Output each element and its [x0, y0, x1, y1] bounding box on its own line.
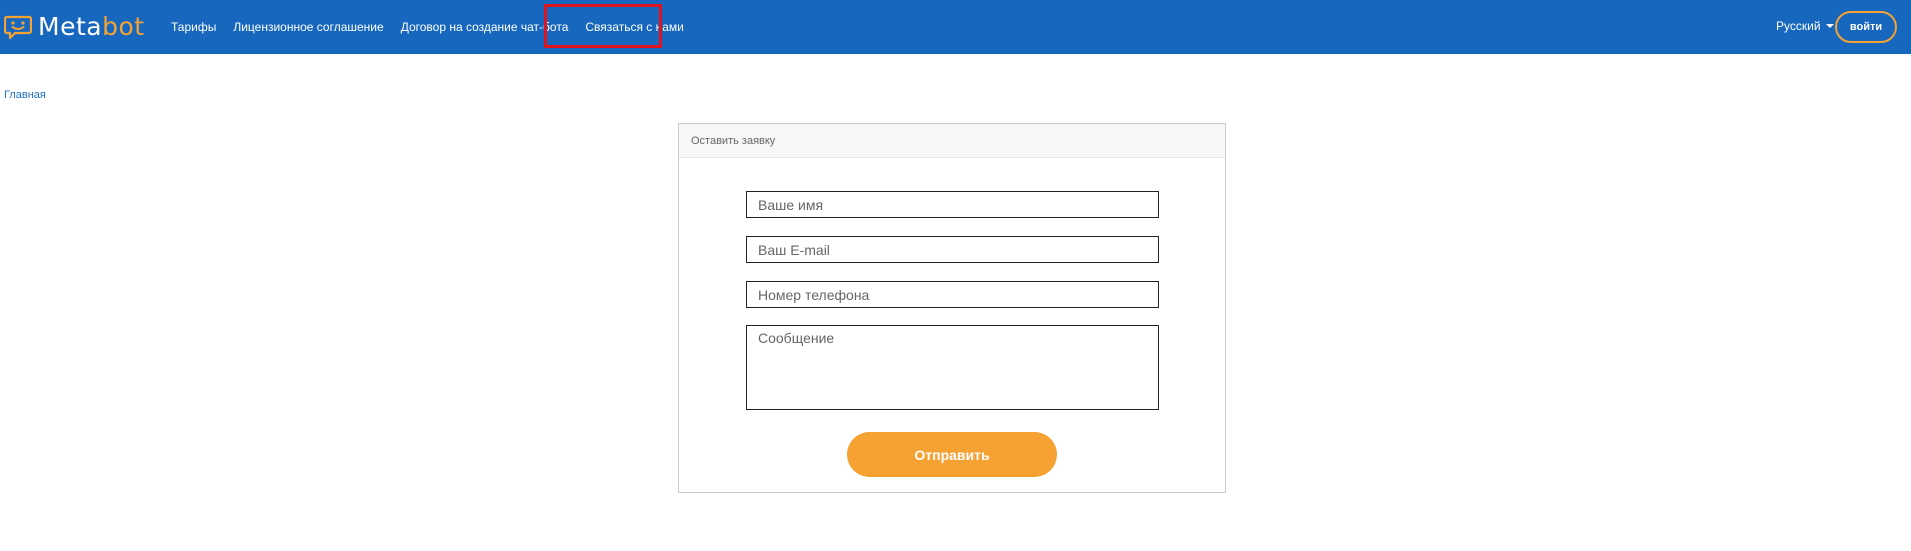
nav-item-contact-us[interactable]: Связаться с нами [585, 0, 683, 54]
logo-link[interactable]: Metabot [4, 12, 145, 42]
login-button[interactable]: войти [1835, 11, 1897, 43]
phone-input[interactable] [746, 281, 1159, 308]
nav-item-tariffs[interactable]: Тарифы [171, 0, 216, 54]
email-input[interactable] [746, 236, 1159, 263]
caret-down-icon [1825, 24, 1834, 28]
request-form-card: Оставить заявку Отправить [678, 123, 1226, 493]
language-select[interactable]: Русский [1776, 19, 1834, 33]
form-title: Оставить заявку [679, 124, 1225, 158]
name-input[interactable] [746, 191, 1159, 218]
submit-button[interactable]: Отправить [847, 432, 1057, 477]
nav-item-chatbot-contract[interactable]: Договор на создание чат-бота [401, 0, 569, 54]
chat-bubble-smile-icon [4, 15, 32, 40]
breadcrumb-home[interactable]: Главная [4, 89, 46, 101]
main-nav: Тарифы Лицензионное соглашение Договор н… [171, 0, 701, 54]
message-textarea[interactable] [746, 325, 1159, 410]
logo-text: Metabot [38, 12, 145, 42]
top-navbar: Metabot Тарифы Лицензионное соглашение Д… [0, 0, 1911, 54]
logo-text-meta: Meta [38, 12, 103, 41]
nav-item-license-agreement[interactable]: Лицензионное соглашение [233, 0, 383, 54]
logo-text-bot: bot [102, 12, 145, 41]
language-label: Русский [1776, 19, 1821, 33]
